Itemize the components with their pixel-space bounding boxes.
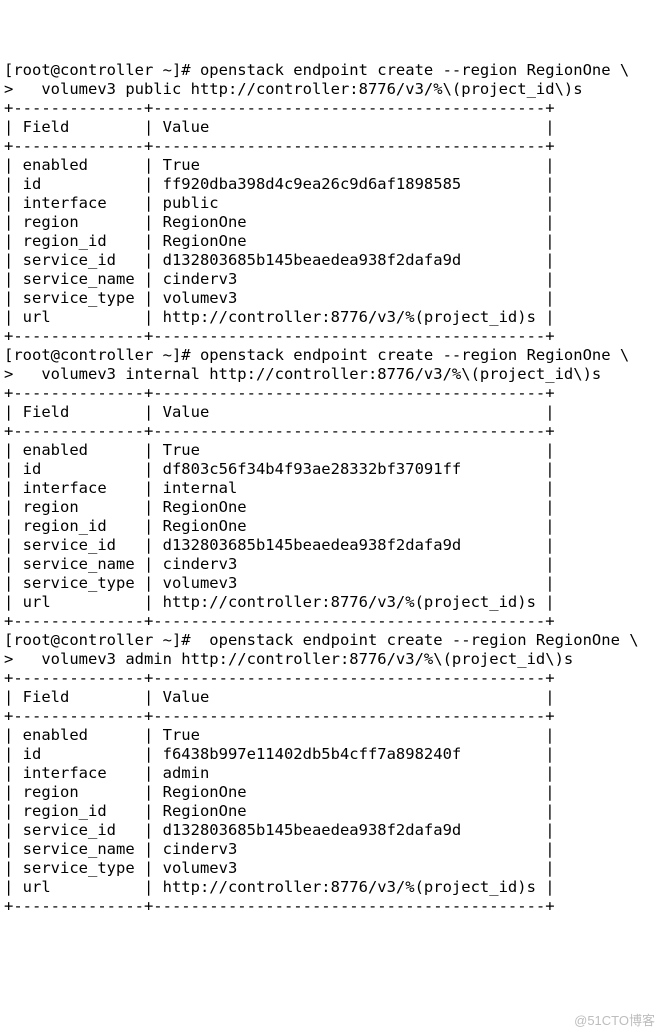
terminal-output: [root@controller ~]# openstack endpoint … [4, 61, 657, 916]
watermark-text: @51CTO博客 [574, 1011, 655, 1030]
